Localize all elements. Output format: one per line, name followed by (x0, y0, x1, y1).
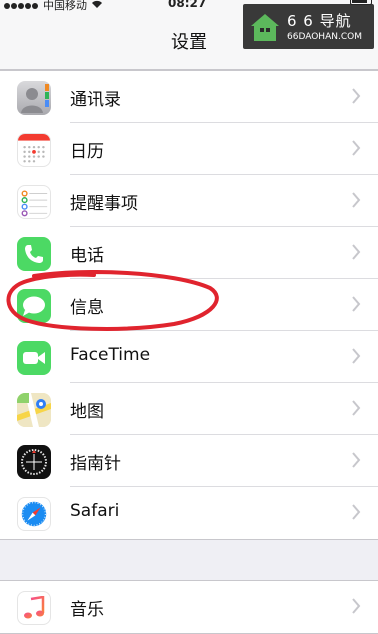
settings-group-apps: 通讯录 日历 提醒事项 电话 信息 FaceTime 地图 指南针 Safari (0, 70, 378, 540)
chevron-right-icon (352, 504, 361, 520)
contacts-icon (17, 81, 51, 115)
signal-strength-icon (4, 0, 39, 12)
maps-icon (17, 393, 51, 427)
phone-icon (17, 237, 51, 271)
compass-icon (17, 445, 51, 479)
watermark-title: 6 6 导航 (287, 12, 352, 30)
row-label: 通讯录 (70, 90, 121, 110)
settings-row-music[interactable]: 音乐 (0, 581, 378, 633)
wifi-icon (91, 0, 103, 12)
settings-row-calendar[interactable]: 日历 (0, 123, 378, 175)
settings-row-contacts[interactable]: 通讯录 (0, 71, 378, 123)
house-logo-icon (251, 14, 279, 41)
chevron-right-icon (352, 348, 361, 364)
chevron-right-icon (352, 140, 361, 156)
settings-row-safari[interactable]: Safari (0, 487, 378, 539)
row-label: 信息 (70, 298, 104, 318)
row-label: FaceTime (70, 345, 151, 365)
row-label: 日历 (70, 142, 104, 162)
row-label: 指南针 (70, 454, 121, 474)
settings-row-facetime[interactable]: FaceTime (0, 331, 378, 383)
settings-row-phone[interactable]: 电话 (0, 227, 378, 279)
status-time: 08:27 (168, 0, 207, 10)
calendar-icon (17, 133, 51, 167)
settings-row-compass[interactable]: 指南针 (0, 435, 378, 487)
row-label: 音乐 (70, 600, 104, 620)
settings-group-media: 音乐 (0, 580, 378, 634)
chevron-right-icon (352, 192, 361, 208)
chevron-right-icon (352, 88, 361, 104)
status-left: 中国移动 (4, 0, 103, 13)
settings-row-maps[interactable]: 地图 (0, 383, 378, 435)
chevron-right-icon (352, 296, 361, 312)
row-label: 提醒事项 (70, 194, 138, 214)
watermark-url: 66DAOHAN.COM (287, 32, 362, 42)
row-label: 地图 (70, 402, 104, 422)
carrier-label: 中国移动 (43, 0, 87, 12)
settings-row-messages[interactable]: 信息 (0, 279, 378, 331)
chevron-right-icon (352, 598, 361, 614)
chevron-right-icon (352, 400, 361, 416)
safari-icon (17, 497, 51, 531)
settings-row-reminders[interactable]: 提醒事项 (0, 175, 378, 227)
row-label: 电话 (70, 246, 104, 266)
chevron-right-icon (352, 452, 361, 468)
watermark-overlay: 6 6 导航 66DAOHAN.COM (243, 4, 374, 49)
chevron-right-icon (352, 244, 361, 260)
facetime-icon (17, 341, 51, 375)
row-label: Safari (70, 501, 120, 521)
reminders-icon (17, 185, 51, 219)
messages-icon (17, 289, 51, 323)
